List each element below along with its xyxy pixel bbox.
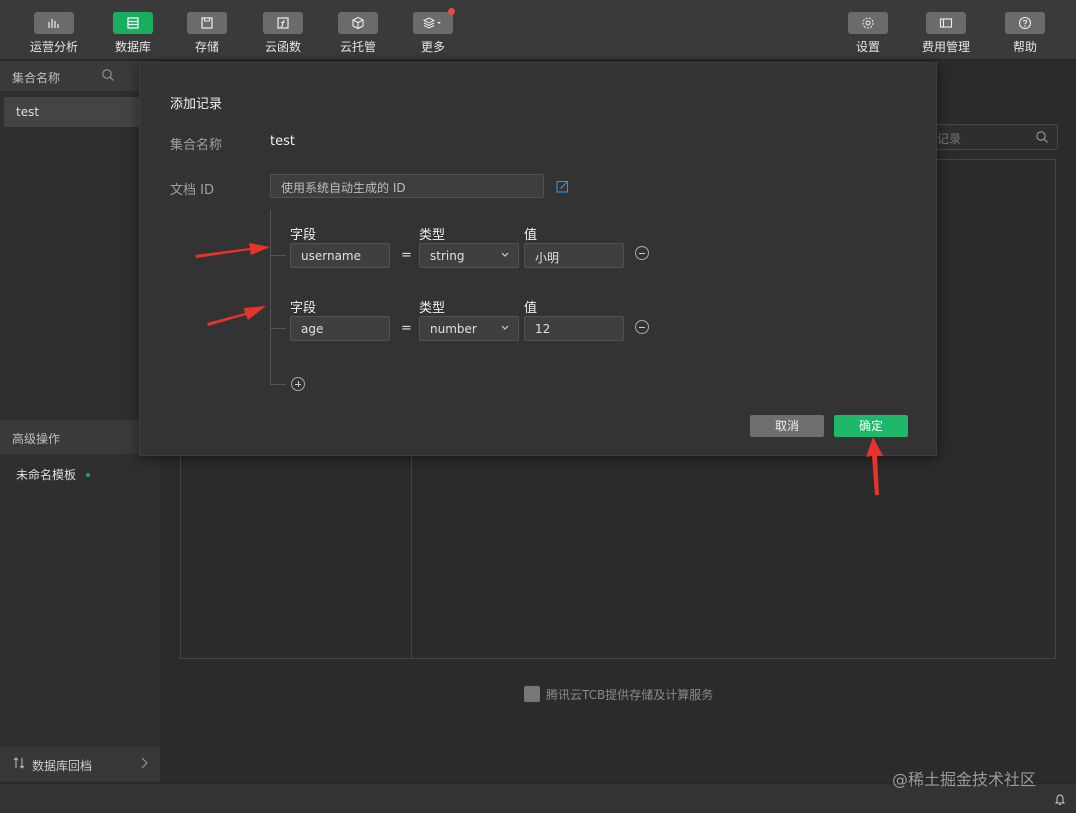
- toolbar-label: 设置: [855, 40, 880, 54]
- collection-header-label: 集合名称: [12, 71, 61, 85]
- service-footer-text: 腾讯云TCB提供存储及计算服务: [546, 688, 714, 702]
- equals-sign: =: [401, 321, 412, 336]
- toolbar-storage-button[interactable]: 存储: [172, 12, 242, 55]
- add-field-icon[interactable]: [291, 377, 305, 391]
- bar-chart-icon: [34, 12, 74, 34]
- edit-icon[interactable]: [556, 180, 569, 196]
- confirm-button[interactable]: 确定: [834, 415, 908, 437]
- field-tree-tick: [270, 384, 286, 385]
- record-search-input[interactable]: 记录: [924, 124, 1058, 150]
- dialog-title: 添加记录: [170, 97, 223, 112]
- template-item[interactable]: 未命名模板: [16, 466, 76, 483]
- cancel-button[interactable]: 取消: [750, 415, 824, 437]
- bell-icon[interactable]: [1054, 793, 1066, 809]
- database-backup-button[interactable]: 数据库回档: [0, 747, 160, 781]
- collection-name-label: 集合名称: [170, 138, 223, 153]
- toolbar-functions-button[interactable]: 云函数: [248, 12, 318, 55]
- field-name-input[interactable]: age: [290, 316, 390, 341]
- doc-id-input[interactable]: 使用系统自动生成的 ID: [270, 174, 544, 198]
- save-icon: [187, 12, 227, 34]
- collection-header: 集合名称: [0, 61, 160, 91]
- collection-name-value: test: [270, 134, 295, 149]
- sort-icon: [12, 756, 26, 773]
- value-column-label: 值: [524, 301, 538, 316]
- toolbar-more-button[interactable]: 更多: [398, 8, 468, 55]
- field-column-label: 字段: [290, 301, 317, 316]
- tcb-logo-icon: [524, 686, 540, 702]
- advanced-operations-label: 高级操作: [12, 432, 61, 446]
- type-column-label: 类型: [419, 301, 446, 316]
- chevron-down-icon: [500, 321, 510, 335]
- field-type-value: string: [430, 249, 465, 263]
- toolbar-hosting-button[interactable]: 云托管: [323, 12, 393, 55]
- field-tree-tick: [270, 328, 286, 329]
- toolbar-label: 运营分析: [29, 40, 78, 54]
- service-footer: 腾讯云TCB提供存储及计算服务: [524, 686, 713, 703]
- field-name-input[interactable]: username: [290, 243, 390, 268]
- field-tree-line: [270, 210, 271, 384]
- equals-sign: =: [401, 248, 412, 263]
- add-record-dialog: 添加记录 集合名称 test 文档 ID 使用系统自动生成的 ID 字段 类型 …: [139, 62, 937, 456]
- remove-field-icon[interactable]: [635, 246, 649, 260]
- records-panel-divider: [411, 456, 412, 658]
- collection-item-label: test: [16, 105, 40, 119]
- toolbar-database-button[interactable]: 数据库: [98, 12, 168, 55]
- layers-icon: [413, 8, 455, 34]
- status-dot: [86, 473, 90, 477]
- toolbar-label: 数据库: [114, 40, 151, 54]
- field-type-select[interactable]: number: [419, 316, 519, 341]
- watermark: @稀土掘金技术社区: [892, 770, 1037, 789]
- field-type-select[interactable]: string: [419, 243, 519, 268]
- type-column-label: 类型: [419, 228, 446, 243]
- doc-id-label: 文档 ID: [170, 183, 214, 198]
- billing-icon: [926, 12, 966, 34]
- top-toolbar: 运营分析 数据库 存储 云函数 云托管 更多 设置 费用管理 帮助: [0, 0, 1076, 60]
- field-value-input[interactable]: 小明: [524, 243, 624, 268]
- sidebar: 集合名称 test 高级操作 未命名模板 数据库回档: [0, 61, 160, 783]
- field-column-label: 字段: [290, 228, 317, 243]
- database-icon: [113, 12, 153, 34]
- toolbar-billing-button[interactable]: 费用管理: [911, 12, 981, 55]
- database-backup-label: 数据库回档: [32, 759, 93, 773]
- field-tree-tick: [270, 255, 286, 256]
- toolbar-label: 存储: [194, 40, 219, 54]
- record-search-placeholder: 记录: [937, 132, 962, 146]
- advanced-operations-header[interactable]: 高级操作: [0, 420, 160, 454]
- collection-item-test[interactable]: test: [4, 97, 140, 127]
- value-column-label: 值: [524, 228, 538, 243]
- remove-field-icon[interactable]: [635, 320, 649, 334]
- toolbar-analytics-button[interactable]: 运营分析: [19, 12, 89, 55]
- chevron-down-icon: [500, 248, 510, 262]
- cube-icon: [338, 12, 378, 34]
- search-icon[interactable]: [101, 68, 115, 85]
- gear-icon: [848, 12, 888, 34]
- toolbar-help-button[interactable]: 帮助: [990, 12, 1060, 55]
- toolbar-label: 更多: [420, 40, 445, 54]
- toolbar-label: 云函数: [264, 40, 301, 54]
- help-icon: [1005, 12, 1045, 34]
- notification-dot: [448, 8, 455, 15]
- toolbar-label: 费用管理: [921, 40, 970, 54]
- function-icon: [263, 12, 303, 34]
- toolbar-settings-button[interactable]: 设置: [833, 12, 903, 55]
- field-value-input[interactable]: 12: [524, 316, 624, 341]
- search-icon: [1036, 131, 1048, 143]
- toolbar-label: 云托管: [339, 40, 376, 54]
- chevron-right-icon: [140, 757, 148, 772]
- toolbar-label: 帮助: [1012, 40, 1037, 54]
- field-type-value: number: [430, 322, 477, 336]
